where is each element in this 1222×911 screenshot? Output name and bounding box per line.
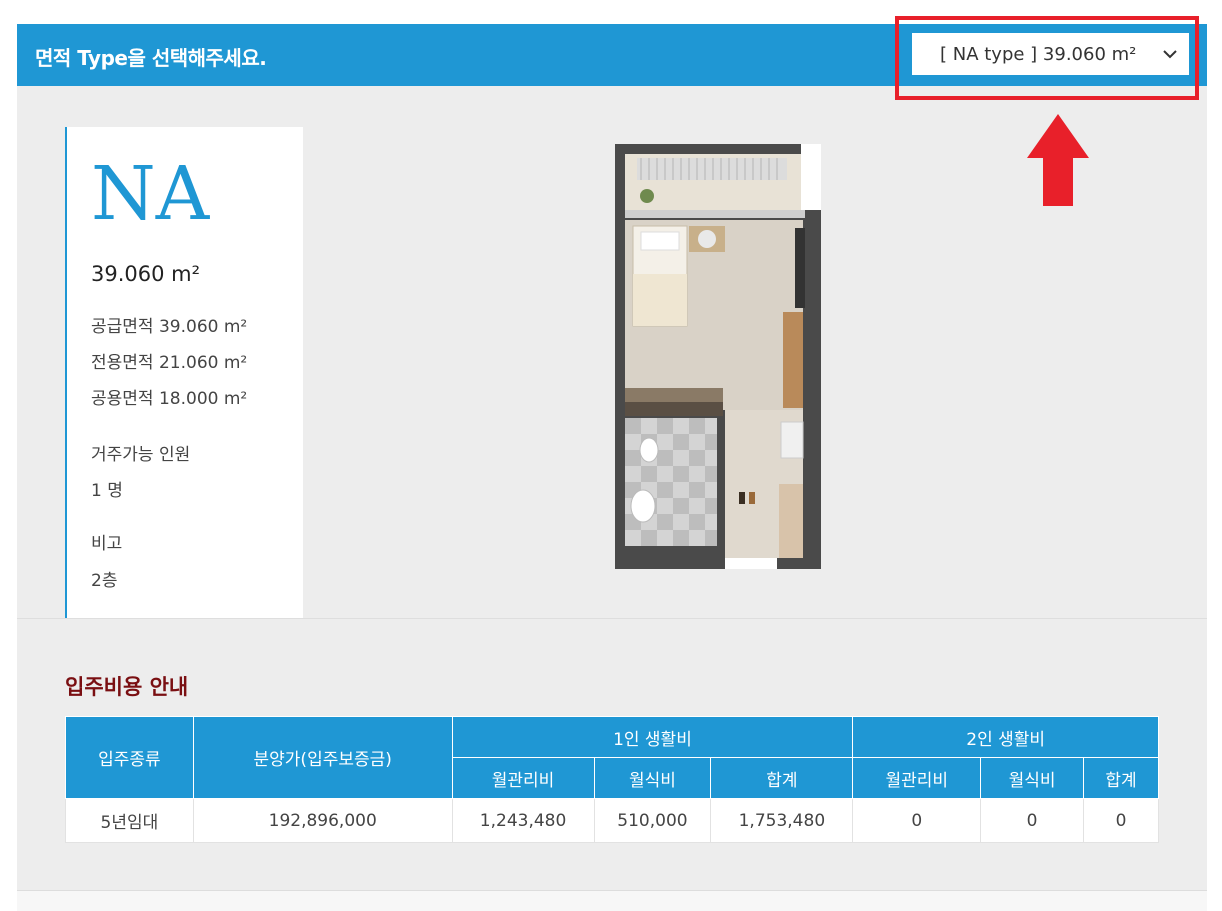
header-meal-fee-1: 월식비 [593,757,712,799]
floor-plan-image [615,144,821,569]
section-divider [17,618,1207,619]
cell-price: 192,896,000 [192,798,453,843]
cost-section-title: 입주비용 안내 [65,675,189,699]
page-frame: 면적 Type을 선택해주세요. [ NA type ] 39.060 m² N… [17,16,1207,911]
header-mgmt-fee-1: 월관리비 [451,757,595,799]
type-select[interactable]: [ NA type ] 39.060 m² [912,33,1189,75]
unit-info-card: NA 39.060 m² 공급면적 39.060 m² 전용면적 21.060 … [65,127,303,619]
supply-area: 공급면적 39.060 m² [91,317,248,337]
note-value: 2층 [91,571,118,591]
arrow-up-icon [1027,114,1089,206]
header-total-2: 합계 [1083,757,1159,799]
unit-type-code: NA [91,151,210,237]
bottom-strip [17,890,1207,911]
common-area: 공용면적 18.000 m² [91,389,248,409]
header-price: 분양가(입주보증금) [192,716,453,799]
cell-total-2: 0 [1083,798,1159,843]
header-meal-fee-2: 월식비 [980,757,1085,799]
cell-meal-fee-1: 510,000 [593,798,712,843]
capacity-value: 1 명 [91,481,123,501]
table-row: 5년임대 192,896,000 1,243,480 510,000 1,753… [65,798,1159,843]
cost-table: 입주종류 분양가(입주보증금) 1인 생활비 2인 생활비 월관리비 월식비 합… [65,716,1159,843]
unit-area: 39.060 m² [91,262,201,286]
cell-mgmt-fee-2: 0 [852,798,982,843]
cell-mgmt-fee-1: 1,243,480 [451,798,595,843]
header-total-1: 합계 [710,757,854,799]
exclusive-area: 전용면적 21.060 m² [91,353,248,373]
cell-total-1: 1,753,480 [710,798,854,843]
cell-type: 5년임대 [65,798,194,843]
capacity-label: 거주가능 인원 [91,445,191,465]
type-select-value: [ NA type ] 39.060 m² [940,43,1137,65]
cell-meal-fee-2: 0 [980,798,1085,843]
header-type: 입주종류 [65,716,194,799]
header-one-person: 1인 생활비 [451,716,854,758]
header-two-person: 2인 생활비 [852,716,1159,758]
page-title: 면적 Type을 선택해주세요. [35,46,267,70]
header-mgmt-fee-2: 월관리비 [852,757,982,799]
chevron-down-icon [1163,50,1177,59]
note-label: 비고 [91,534,123,554]
